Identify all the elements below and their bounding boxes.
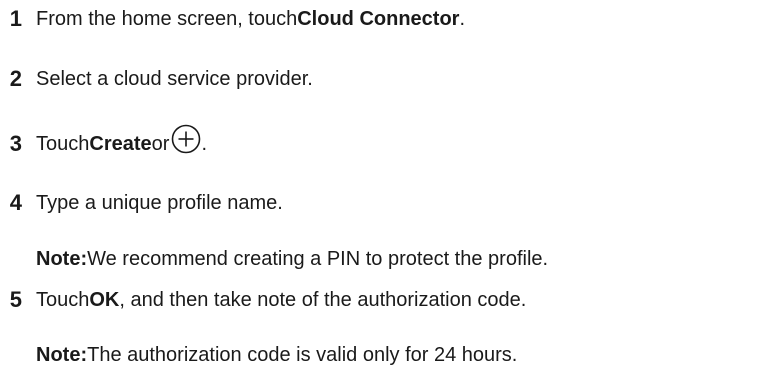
step-number: 5 [9,287,22,312]
step-4: 4 Type a unique profile name. [0,189,283,217]
step-emphasis: Cloud Connector [297,8,460,30]
step-text-end: . [459,8,466,30]
step-number: 4 [9,190,22,215]
step-text-end: , and then take note of the authorizatio… [119,289,527,311]
step-text: Touch [36,133,90,155]
step-emphasis: Create [89,133,152,155]
note-label: Note: [36,344,88,366]
step-text-end: . [201,133,207,155]
step-text: Select a cloud service provider. [36,68,313,90]
step-text: Type a unique profile name. [36,192,283,214]
step-text: From the home screen, touch [36,8,298,30]
plus-circle-icon [171,124,201,154]
note-text: We recommend creating a PIN to protect t… [87,248,549,270]
step-5-note: Note: The authorization code is valid on… [0,341,517,369]
step-5: 5 Touch OK, and then take note of the au… [0,286,527,314]
step-number: 1 [9,6,22,31]
step-3: 3 Touch Create or . [0,124,207,159]
note-text: The authorization code is valid only for… [87,344,518,366]
step-2: 2 Select a cloud service provider. [0,65,313,93]
step-text-middle: or [151,133,170,155]
step-number: 3 [9,131,22,156]
step-1: 1 From the home screen, touch Cloud Conn… [0,5,465,33]
note-label: Note: [36,248,88,270]
step-4-note: Note: We recommend creating a PIN to pro… [0,245,548,273]
step-emphasis: OK [89,289,120,311]
step-text: Touch [36,289,90,311]
step-number: 2 [9,66,22,91]
